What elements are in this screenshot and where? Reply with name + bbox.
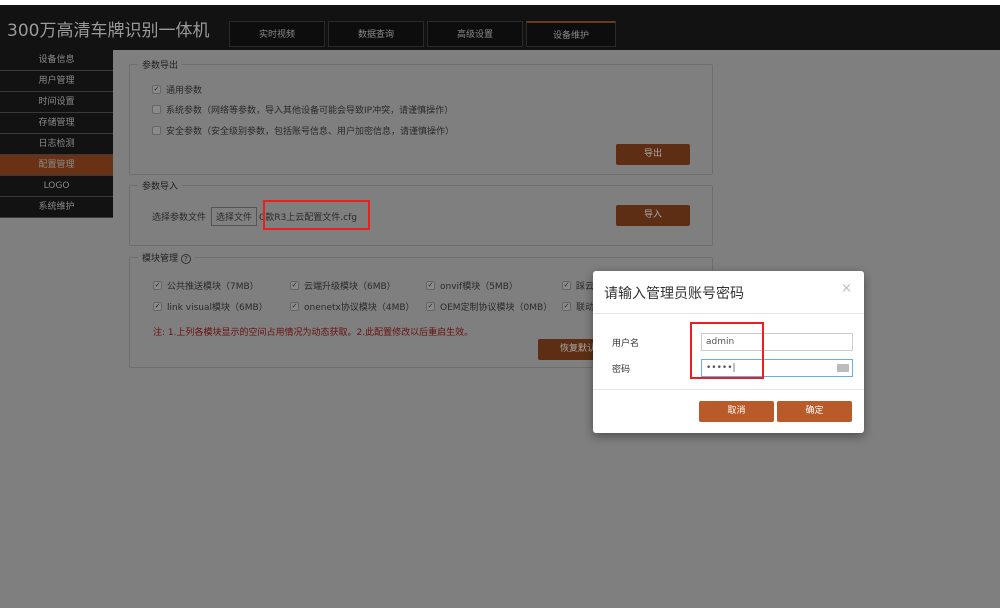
- keyboard-icon[interactable]: [837, 364, 849, 372]
- sidebar-item-logo[interactable]: LOGO: [0, 176, 113, 197]
- module-label: 联动: [576, 303, 595, 313]
- highlight-box: [263, 200, 370, 230]
- modules-legend: 模块管理 ?: [138, 251, 195, 264]
- help-icon[interactable]: ?: [180, 254, 191, 264]
- import-button[interactable]: 导入: [616, 205, 690, 226]
- checkbox-checked[interactable]: ✓: [153, 302, 162, 311]
- module-item[interactable]: ✓ link visual模块（6MB）: [153, 300, 268, 313]
- module-item[interactable]: ✓ 公共推送模块（7MB）: [153, 279, 259, 292]
- sidebar-item-system[interactable]: 系统维护: [0, 197, 113, 218]
- module-item[interactable]: ✓ onvif模块（5MB）: [426, 279, 518, 292]
- option-label: 安全参数（安全级别参数，包括账号信息、用户加密信息，请谨慎操作）: [166, 127, 455, 137]
- cancel-button[interactable]: 取消: [699, 401, 774, 422]
- export-legend: 参数导出: [142, 61, 179, 71]
- divider: [593, 389, 864, 390]
- choose-file-button[interactable]: 选择文件: [211, 207, 258, 226]
- header: 300万高清车牌识别一体机 实时视频 数据查询 高级设置 设备维护: [0, 5, 1000, 50]
- tab-data-query[interactable]: 数据查询: [328, 21, 424, 47]
- checkbox-checked[interactable]: ✓: [562, 281, 571, 290]
- checkbox-checked[interactable]: ✓: [290, 302, 299, 311]
- export-option-security[interactable]: 安全参数（安全级别参数，包括账号信息、用户加密信息，请谨慎操作）: [152, 124, 454, 137]
- module-label: 云端升级模块（6MB）: [304, 282, 396, 292]
- module-label: 踩云: [576, 282, 595, 292]
- export-option-general[interactable]: ✓ 通用参数: [152, 83, 202, 96]
- module-label: 公共推送模块（7MB）: [167, 282, 259, 292]
- admin-auth-dialog: 请输入管理员账号密码 × 用户名 admin 密码 •••••| 取消 确定: [593, 271, 864, 433]
- divider: [593, 313, 864, 314]
- sidebar-item-device-info[interactable]: 设备信息: [0, 50, 113, 71]
- dialog-title: 请输入管理员账号密码: [604, 286, 744, 302]
- tab-device-maintenance[interactable]: 设备维护: [526, 21, 616, 47]
- import-legend: 参数导入: [142, 182, 179, 192]
- sidebar-item-log[interactable]: 日志检测: [0, 134, 113, 155]
- username-label: 用户名: [612, 339, 640, 349]
- sidebar-item-time-settings[interactable]: 时间设置: [0, 92, 113, 113]
- module-item[interactable]: ✓ OEM定制协议模块（0MB）: [426, 300, 552, 313]
- module-item[interactable]: ✓ 踩云: [562, 279, 594, 292]
- sidebar-item-config[interactable]: 配置管理: [0, 155, 113, 176]
- checkbox-checked[interactable]: ✓: [153, 281, 162, 290]
- option-label: 通用参数: [166, 86, 203, 96]
- checkbox-checked[interactable]: ✓: [426, 281, 435, 290]
- module-label: onenetx协议模块（4MB）: [304, 303, 415, 313]
- checkbox-checked[interactable]: ✓: [290, 281, 299, 290]
- module-label: onvif模块（5MB）: [440, 282, 518, 292]
- sidebar-item-user-management[interactable]: 用户管理: [0, 71, 113, 92]
- checkbox[interactable]: [152, 126, 161, 135]
- highlight-box: [690, 322, 764, 379]
- sidebar-item-storage[interactable]: 存储管理: [0, 113, 113, 134]
- modules-note: 注: 1.上列各模块显示的空间占用情况为动态获取。2.此配置修改以后重启生效。: [153, 328, 474, 338]
- checkbox-checked[interactable]: ✓: [426, 302, 435, 311]
- app-title: 300万高清车牌识别一体机: [7, 21, 210, 41]
- import-label: 选择参数文件: [152, 213, 207, 223]
- option-label: 系统参数（网络等参数，导入其他设备可能会导致IP冲突，请谨慎操作）: [166, 106, 454, 116]
- sidebar: 设备信息 用户管理 时间设置 存储管理 日志检测 配置管理 LOGO 系统维护: [0, 50, 113, 218]
- close-icon[interactable]: ×: [841, 281, 852, 296]
- export-button[interactable]: 导出: [616, 144, 690, 165]
- checkbox[interactable]: [152, 105, 161, 114]
- module-item[interactable]: ✓ 联动: [562, 300, 594, 313]
- module-item[interactable]: ✓ onenetx协议模块（4MB）: [290, 300, 415, 313]
- checkbox-checked[interactable]: ✓: [562, 302, 571, 311]
- tab-live-video[interactable]: 实时视频: [229, 21, 325, 47]
- tab-advanced-settings[interactable]: 高级设置: [427, 21, 523, 47]
- module-item[interactable]: ✓ 云端升级模块（6MB）: [290, 279, 396, 292]
- export-option-system[interactable]: 系统参数（网络等参数，导入其他设备可能会导致IP冲突，请谨慎操作）: [152, 103, 453, 116]
- module-label: link visual模块（6MB）: [167, 303, 268, 313]
- confirm-button[interactable]: 确定: [777, 401, 852, 422]
- password-label: 密码: [612, 365, 631, 375]
- module-label: OEM定制协议模块（0MB）: [440, 303, 553, 313]
- checkbox-checked[interactable]: ✓: [152, 85, 161, 94]
